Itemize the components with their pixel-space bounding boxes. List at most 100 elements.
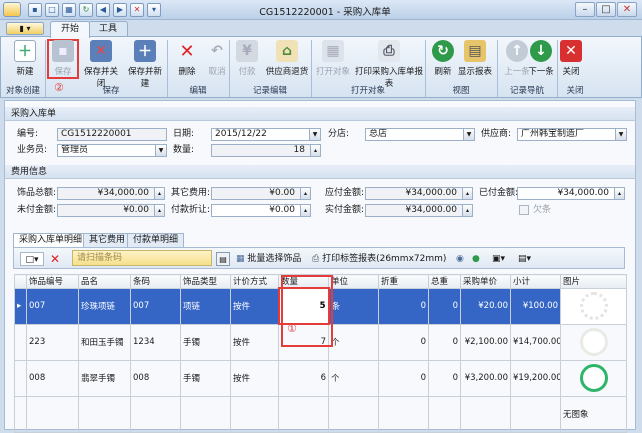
owed-checkbox[interactable] bbox=[519, 205, 529, 215]
discount-field[interactable]: ¥0.00 ▴ bbox=[211, 204, 311, 217]
column-header[interactable]: 小计 bbox=[510, 274, 561, 289]
cell-total-weight[interactable]: 0 bbox=[428, 287, 461, 325]
cell-unit[interactable]: 个 bbox=[328, 359, 379, 397]
cell-barcode[interactable]: 007 bbox=[130, 287, 181, 325]
column-header[interactable]: 折重 bbox=[378, 274, 429, 289]
delete-row-button[interactable]: ✕ bbox=[50, 252, 60, 266]
tab-other-costs[interactable]: 其它费用 bbox=[83, 233, 132, 247]
cell-qty[interactable] bbox=[278, 395, 329, 433]
cell-pricing[interactable]: 按件 bbox=[230, 287, 279, 325]
clerk-select[interactable]: 管理员 ▼ bbox=[57, 144, 167, 157]
cell-code[interactable] bbox=[26, 395, 79, 433]
dropdown-arrow-icon[interactable]: ▼ bbox=[309, 129, 320, 140]
column-header[interactable]: 饰品编号 bbox=[26, 274, 79, 289]
refresh-button[interactable]: ↻ 刷新 bbox=[425, 40, 461, 80]
cell-price[interactable]: ¥2,100.00 bbox=[460, 323, 511, 361]
scan-barcode-input[interactable]: 请扫描条码 bbox=[72, 250, 212, 266]
cell-image[interactable] bbox=[560, 323, 627, 361]
table-row[interactable]: 无图象 bbox=[14, 395, 627, 433]
cell-pricing[interactable]: 按件 bbox=[230, 359, 279, 397]
qat-grid-icon[interactable]: ▦ bbox=[62, 3, 76, 17]
qat-refresh-icon[interactable]: ↻ bbox=[79, 3, 93, 17]
cell-code[interactable]: 008 bbox=[26, 359, 79, 397]
cell-barcode[interactable] bbox=[130, 395, 181, 433]
cell-subtotal[interactable] bbox=[510, 395, 561, 433]
column-header[interactable]: 总重 bbox=[428, 274, 461, 289]
cell-weight[interactable]: 0 bbox=[378, 359, 429, 397]
grid-prev-icon[interactable]: ◉ bbox=[456, 252, 464, 266]
cell-name[interactable]: 珍珠项链 bbox=[78, 287, 131, 325]
spin-icon[interactable]: ▴ bbox=[614, 188, 624, 199]
save-close-button[interactable]: ✕ 保存并关闭 bbox=[81, 40, 121, 89]
show-report-button[interactable]: ▤ 显示报表 bbox=[457, 40, 493, 80]
dropdown-arrow-icon[interactable]: ▼ bbox=[463, 129, 474, 140]
qat-save-icon[interactable]: ▪ bbox=[28, 3, 42, 17]
cell-total-weight[interactable] bbox=[428, 395, 461, 433]
cell-subtotal[interactable]: ¥100.00 bbox=[510, 287, 561, 325]
print-purchase-report-button[interactable]: ⎙ 打印采购入库单报表 bbox=[351, 40, 427, 89]
cell-price[interactable]: ¥20.00 bbox=[460, 287, 511, 325]
cell-subtotal[interactable]: ¥14,700.00 bbox=[510, 323, 561, 361]
cell-total-weight[interactable]: 0 bbox=[428, 323, 461, 361]
tab-purchase-details[interactable]: 采购入库单明细 bbox=[13, 233, 89, 247]
close-button[interactable]: ✕ 关闭 bbox=[553, 40, 589, 80]
tab-tools[interactable]: 工具 bbox=[88, 21, 129, 37]
table-row[interactable]: 008 翡翠手镯 008 手镯 按件 6 个 0 0 ¥3,200.00 ¥19… bbox=[14, 359, 627, 397]
dropdown-arrow-icon[interactable]: ▼ bbox=[155, 145, 166, 156]
open-object-button[interactable]: ▦ 打开对象 bbox=[311, 40, 355, 80]
cell-type[interactable]: 手镯 bbox=[180, 323, 231, 361]
cell-type[interactable]: 手镯 bbox=[180, 359, 231, 397]
qat-dropdown-icon[interactable]: ▾ bbox=[147, 3, 161, 17]
column-header[interactable]: 采购单价 bbox=[460, 274, 511, 289]
grid-next-icon[interactable]: ● bbox=[472, 252, 480, 266]
new-button[interactable]: ＋新建 bbox=[5, 40, 45, 80]
save-button[interactable]: ▪ 保存 bbox=[43, 40, 83, 80]
ribbon-collapse-button[interactable]: ▮ ▾ bbox=[6, 22, 44, 35]
cell-weight[interactable] bbox=[378, 395, 429, 433]
cell-pricing[interactable]: 按件 bbox=[230, 323, 279, 361]
qat-new-icon[interactable]: □ bbox=[45, 3, 59, 17]
cell-image[interactable] bbox=[560, 359, 627, 397]
cell-pricing[interactable] bbox=[230, 395, 279, 433]
batch-select-button[interactable]: ▦ 批量选择饰品 bbox=[236, 252, 301, 266]
branch-select[interactable]: 总店 ▼ bbox=[365, 128, 475, 141]
maximize-button[interactable]: □ bbox=[596, 2, 616, 17]
cell-price[interactable]: ¥3,200.00 bbox=[460, 359, 511, 397]
column-header[interactable]: 品名 bbox=[78, 274, 131, 289]
cell-subtotal[interactable]: ¥19,200.00 bbox=[510, 359, 561, 397]
tab-payment-details[interactable]: 付款单明细 bbox=[127, 233, 185, 247]
cell-name[interactable] bbox=[78, 395, 131, 433]
qat-forward-icon[interactable]: ▶ bbox=[113, 3, 127, 17]
cell-unit[interactable] bbox=[328, 395, 379, 433]
cell-code[interactable]: 007 bbox=[26, 287, 79, 325]
minimize-button[interactable]: – bbox=[575, 2, 595, 17]
column-header[interactable]: 计价方式 bbox=[230, 274, 279, 289]
cell-type[interactable]: 项链 bbox=[180, 287, 231, 325]
cell-image-empty[interactable]: 无图象 bbox=[560, 395, 627, 433]
column-header[interactable]: 单位 bbox=[328, 274, 379, 289]
cell-barcode[interactable]: 008 bbox=[130, 359, 181, 397]
payment-button[interactable]: ¥ 付款 bbox=[227, 40, 267, 80]
cell-type[interactable] bbox=[180, 395, 231, 433]
cell-total-weight[interactable]: 0 bbox=[428, 359, 461, 397]
cell-qty[interactable]: 6 bbox=[278, 359, 329, 397]
barcode-picker-icon[interactable]: ▤ bbox=[216, 252, 230, 266]
cell-unit[interactable]: 个 bbox=[328, 323, 379, 361]
column-header[interactable]: 饰品类型 bbox=[180, 274, 231, 289]
cell-image[interactable] bbox=[560, 287, 627, 325]
paid-field[interactable]: ¥34,000.00 ▴ bbox=[517, 187, 625, 200]
save-new-button[interactable]: ＋保存并新建 bbox=[125, 40, 165, 89]
print-labels-button[interactable]: ⎙ 打印标签报表(26mmx72mm) bbox=[312, 252, 446, 266]
cell-name[interactable]: 和田玉手镯 bbox=[78, 323, 131, 361]
grid-export-icon[interactable]: ▣▾ bbox=[492, 252, 505, 266]
app-menu-button[interactable] bbox=[3, 2, 21, 17]
add-row-button[interactable]: □▾ bbox=[20, 252, 44, 266]
column-header[interactable]: 图片 bbox=[560, 274, 627, 289]
cell-weight[interactable]: 0 bbox=[378, 323, 429, 361]
dropdown-arrow-icon[interactable]: ▼ bbox=[615, 129, 626, 140]
supplier-return-button[interactable]: ⌂ 供应商退货 bbox=[263, 40, 311, 80]
cell-barcode[interactable]: 1234 bbox=[130, 323, 181, 361]
tab-start[interactable]: 开始 bbox=[50, 21, 91, 38]
date-field[interactable]: 2015/12/22 ▼ bbox=[211, 128, 321, 141]
qat-back-icon[interactable]: ◀ bbox=[96, 3, 110, 17]
